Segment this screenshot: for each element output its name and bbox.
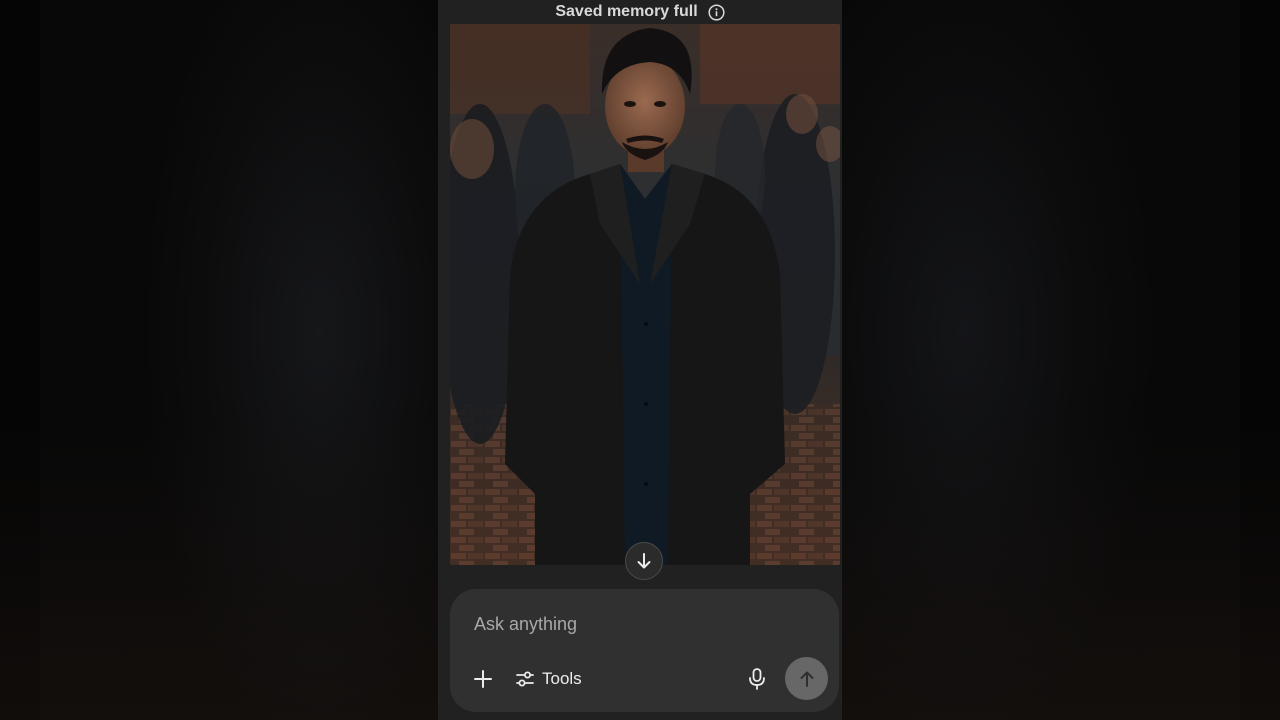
memory-banner-text: Saved memory full	[555, 3, 698, 20]
prompt-input[interactable]	[474, 611, 804, 637]
tools-label: Tools	[542, 669, 582, 688]
tools-button[interactable]: Tools	[516, 665, 582, 693]
blurred-backdrop-right	[842, 0, 1280, 720]
send-button[interactable]	[785, 657, 828, 700]
sliders-icon	[516, 671, 534, 687]
generated-image[interactable]	[450, 24, 840, 565]
chat-screen: Saved memory full Ask anything Tools	[438, 0, 842, 720]
scroll-to-bottom-button[interactable]	[625, 542, 663, 580]
plus-icon	[474, 670, 492, 688]
arrow-up-icon	[800, 671, 813, 687]
arrow-down-icon	[637, 553, 651, 569]
memory-banner[interactable]: Saved memory full	[438, 0, 842, 24]
microphone-icon	[749, 668, 765, 690]
info-icon[interactable]	[708, 3, 725, 21]
microphone-button[interactable]	[744, 666, 770, 692]
message-composer: Tools	[450, 589, 839, 712]
blurred-backdrop-left	[0, 0, 438, 720]
attach-button[interactable]	[470, 666, 496, 692]
